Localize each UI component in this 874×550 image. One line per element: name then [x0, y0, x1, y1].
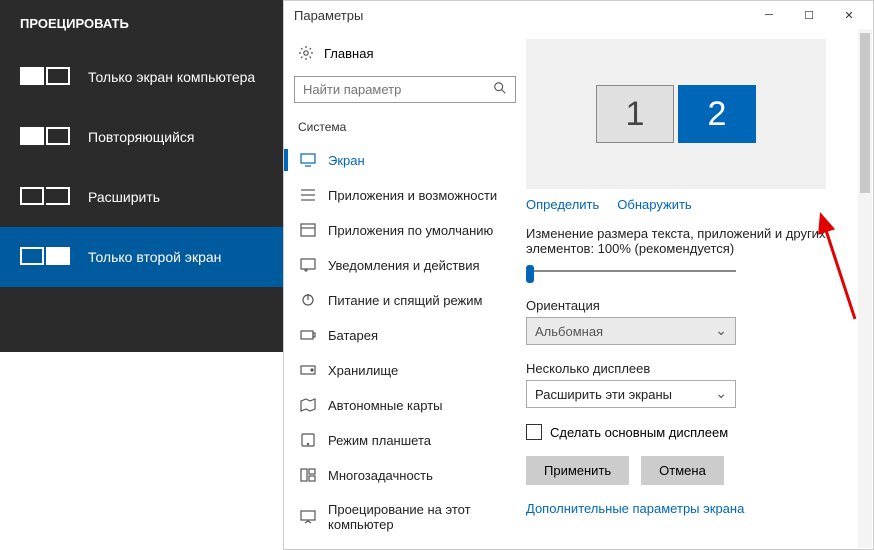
nav-label: Экран — [328, 153, 365, 168]
home-label: Главная — [324, 46, 373, 61]
nav-multitasking[interactable]: Многозадачность — [294, 458, 516, 492]
monitor-1[interactable]: 1 — [596, 85, 674, 143]
window-title: Параметры — [294, 8, 363, 23]
scale-slider[interactable] — [526, 260, 736, 284]
pc-screen-only-icon — [20, 63, 68, 91]
search-input[interactable] — [303, 82, 493, 97]
map-icon — [300, 397, 316, 413]
search-icon — [493, 81, 507, 98]
display-settings-panel: 1 2 Определить Обнаружить Изменение разм… — [526, 29, 873, 549]
nav-tablet-mode[interactable]: Режим планшета — [294, 423, 516, 457]
home-link[interactable]: Главная — [294, 37, 516, 69]
apply-button[interactable]: Применить — [526, 456, 629, 485]
settings-sidebar: Главная Система Экран Приложения и возмо… — [284, 29, 526, 549]
flyout-title: ПРОЕЦИРОВАТЬ — [0, 8, 283, 47]
nav-battery[interactable]: Батарея — [294, 318, 516, 352]
make-main-checkbox[interactable]: Сделать основным дисплеем — [526, 424, 855, 440]
nav-storage[interactable]: Хранилище — [294, 353, 516, 387]
project-option-label: Только экран компьютера — [88, 69, 255, 85]
orientation-value: Альбомная — [535, 324, 603, 339]
nav-label: Хранилище — [328, 363, 398, 378]
orientation-select[interactable]: Альбомная — [526, 317, 736, 345]
detect-link[interactable]: Обнаружить — [617, 197, 691, 212]
settings-window: Параметры ─ ☐ ✕ Главная — [283, 0, 874, 550]
multiple-displays-label: Несколько дисплеев — [526, 361, 855, 376]
minimize-button[interactable]: ─ — [749, 3, 789, 27]
sidebar-section: Система — [294, 114, 516, 142]
battery-icon — [300, 327, 316, 343]
nav-label: Режим планшета — [328, 433, 431, 448]
display-icon — [300, 152, 316, 168]
project-option-pc-only[interactable]: Только экран компьютера — [0, 47, 283, 107]
titlebar: Параметры ─ ☐ ✕ — [284, 1, 873, 29]
checkbox-icon — [526, 424, 542, 440]
nav-offline-maps[interactable]: Автономные карты — [294, 388, 516, 422]
monitor-2[interactable]: 2 — [678, 85, 756, 143]
identify-link[interactable]: Определить — [526, 197, 599, 212]
nav-label: Многозадачность — [328, 468, 433, 483]
multiple-displays-value: Расширить эти экраны — [535, 387, 672, 402]
make-main-label: Сделать основным дисплеем — [550, 425, 728, 440]
list-icon — [300, 187, 316, 203]
project-option-label: Только второй экран — [88, 249, 221, 265]
project-option-extend[interactable]: Расширить — [0, 167, 283, 227]
project-option-duplicate[interactable]: Повторяющийся — [0, 107, 283, 167]
close-button[interactable]: ✕ — [829, 3, 869, 27]
nav-label: Питание и спящий режим — [328, 293, 482, 308]
nav-label: Приложения по умолчанию — [328, 223, 493, 238]
nav-default-apps[interactable]: Приложения по умолчанию — [294, 213, 516, 247]
nav-label: Уведомления и действия — [328, 258, 480, 273]
power-icon — [300, 292, 316, 308]
nav-label: Батарея — [328, 328, 378, 343]
advanced-display-link[interactable]: Дополнительные параметры экрана — [526, 501, 744, 516]
nav-projecting[interactable]: Проецирование на этот компьютер — [294, 493, 516, 541]
project-flyout: ПРОЕЦИРОВАТЬ Только экран компьютера Пов… — [0, 0, 283, 352]
nav-display[interactable]: Экран — [294, 143, 516, 177]
multiple-displays-select[interactable]: Расширить эти экраны — [526, 380, 736, 408]
maximize-button[interactable]: ☐ — [789, 3, 829, 27]
tablet-icon — [300, 432, 316, 448]
extend-icon — [20, 183, 68, 211]
nav-notifications[interactable]: Уведомления и действия — [294, 248, 516, 282]
nav-power-sleep[interactable]: Питание и спящий режим — [294, 283, 516, 317]
storage-icon — [300, 362, 316, 378]
multitask-icon — [300, 467, 316, 483]
scale-label: Изменение размера текста, приложений и д… — [526, 226, 855, 256]
nav-apps-features[interactable]: Приложения и возможности — [294, 178, 516, 212]
notifications-icon — [300, 257, 316, 273]
monitor-arrangement[interactable]: 1 2 — [526, 39, 826, 189]
project-option-label: Расширить — [88, 189, 160, 205]
cancel-button[interactable]: Отмена — [641, 456, 724, 485]
duplicate-icon — [20, 123, 68, 151]
nav-label: Автономные карты — [328, 398, 443, 413]
gear-icon — [298, 45, 314, 61]
project-option-second-only[interactable]: Только второй экран — [0, 227, 283, 287]
project-icon — [300, 509, 316, 525]
second-screen-only-icon — [20, 243, 68, 271]
project-option-label: Повторяющийся — [88, 129, 194, 145]
nav-label: Приложения и возможности — [328, 188, 497, 203]
default-apps-icon — [300, 222, 316, 238]
nav-label: Проецирование на этот компьютер — [328, 502, 510, 532]
orientation-label: Ориентация — [526, 298, 855, 313]
search-box[interactable] — [294, 76, 516, 103]
